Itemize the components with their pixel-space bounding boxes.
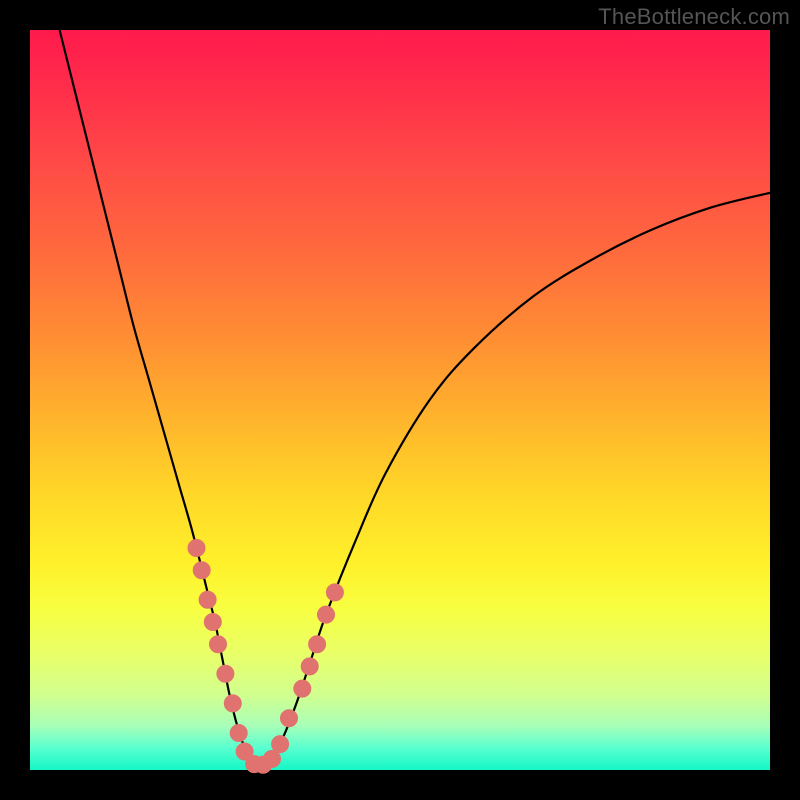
curve-marker <box>294 680 311 697</box>
curve-marker <box>309 636 326 653</box>
curve-marker <box>272 736 289 753</box>
curve-marker <box>193 562 210 579</box>
curve-marker <box>281 710 298 727</box>
chart-svg <box>30 30 770 770</box>
curve-marker <box>230 725 247 742</box>
bottleneck-curve <box>60 30 770 766</box>
curve-marker <box>204 614 221 631</box>
curve-marker <box>264 750 281 767</box>
curve-marker <box>199 591 216 608</box>
curve-marker <box>318 606 335 623</box>
curve-marker <box>326 584 343 601</box>
watermark-text: TheBottleneck.com <box>598 4 790 30</box>
chart-plot-area <box>30 30 770 770</box>
curve-marker <box>217 665 234 682</box>
marker-group <box>188 540 343 774</box>
curve-marker <box>210 636 227 653</box>
curve-marker <box>188 540 205 557</box>
chart-frame: TheBottleneck.com <box>0 0 800 800</box>
curve-marker <box>301 658 318 675</box>
curve-marker <box>224 695 241 712</box>
